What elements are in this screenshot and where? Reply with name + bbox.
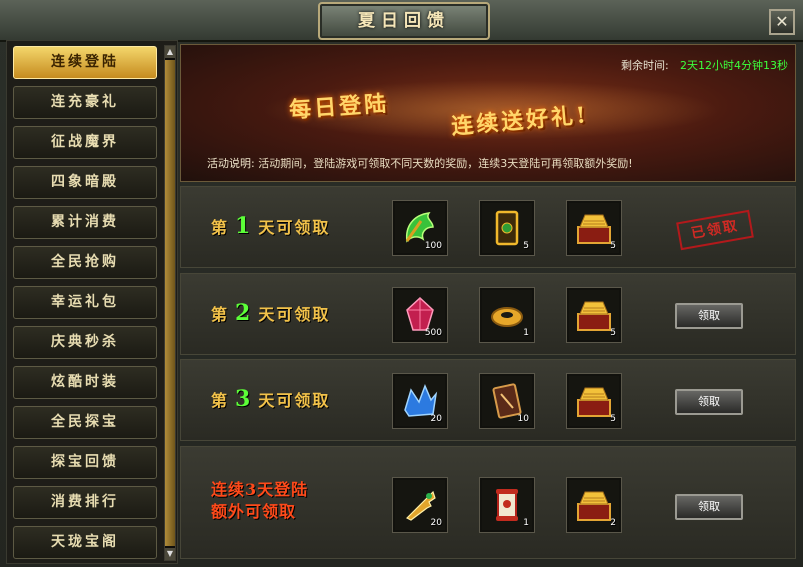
reward-count: 5 — [610, 414, 616, 424]
reward-item[interactable]: 5 — [480, 201, 534, 255]
sidebar-item-continuous-login[interactable]: 连续登陆 — [13, 46, 157, 79]
event-window: 夏日回馈 ✕ 连续登陆 连充豪礼 征战魔界 四象暗殿 累计消费 全民抢购 幸运礼… — [0, 0, 803, 567]
sidebar-item-treasure-pavilion[interactable]: 天珑宝阁 — [13, 526, 157, 559]
scroll-up-icon[interactable]: ▲ — [165, 46, 175, 58]
remaining-time-label: 剩余时间: — [621, 59, 669, 72]
red-scroll-icon — [496, 489, 518, 521]
sidebar-item-lucky-pack[interactable]: 幸运礼包 — [13, 286, 157, 319]
close-icon: ✕ — [775, 12, 789, 31]
event-description-text: 活动期间，登陆游戏可领取不同天数的奖励，连续3天登陆可再领取额外奖励! — [258, 157, 633, 170]
row-day-number: 1 — [235, 213, 253, 239]
reward-item[interactable]: 2 — [567, 478, 621, 532]
scroll-down-icon[interactable]: ▼ — [165, 548, 175, 560]
event-description: 活动说明: 活动期间，登陆游戏可领取不同天数的奖励，连续3天登陆可再领取额外奖励… — [207, 155, 633, 171]
sidebar-item-celebration-sale[interactable]: 庆典秒杀 — [13, 326, 157, 359]
row-title: 第 2 天可领取 — [211, 300, 330, 326]
reward-count: 1 — [523, 518, 529, 528]
row-day-number: 3 — [235, 386, 253, 412]
event-banner: 剩余时间: 2天12小时4分钟13秒 每日登陆 连续送好礼! 活动说明: 活动期… — [180, 44, 796, 182]
reward-count: 5 — [523, 241, 529, 251]
reward-count: 5 — [610, 241, 616, 251]
reward-item[interactable]: 5 — [567, 288, 621, 342]
sidebar-item-four-symbols[interactable]: 四象暗殿 — [13, 166, 157, 199]
gold-ring-icon — [491, 307, 523, 327]
row-title-suffix: 天可领取 — [258, 391, 331, 410]
reward-count: 5 — [610, 328, 616, 338]
reward-item[interactable]: 1 — [480, 478, 534, 532]
reward-item[interactable]: 500 — [393, 288, 447, 342]
reward-item[interactable]: 5 — [567, 374, 621, 428]
row-title-suffix: 天可领取 — [258, 305, 331, 324]
gold-chest-icon — [577, 491, 611, 521]
claimed-stamp: 已领取 — [676, 209, 754, 251]
event-description-label: 活动说明: — [207, 157, 255, 170]
sidebar-item-cumulative-spend[interactable]: 累计消费 — [13, 206, 157, 239]
bonus-row-title: 连续3天登陆 额外可领取 — [211, 479, 308, 523]
sidebar-item-fashion[interactable]: 炫酷时装 — [13, 366, 157, 399]
window-title: 夏日回馈 — [358, 11, 450, 31]
sidebar-item-spend-ranking[interactable]: 消费排行 — [13, 486, 157, 519]
sidebar-item-recharge-gift[interactable]: 连充豪礼 — [13, 86, 157, 119]
reward-count: 500 — [424, 328, 442, 338]
gold-card-icon — [495, 210, 519, 246]
reward-count: 10 — [517, 414, 529, 424]
sidebar: 连续登陆 连充豪礼 征战魔界 四象暗殿 累计消费 全民抢购 幸运礼包 庆典秒杀 … — [6, 40, 178, 564]
reward-item[interactable]: 10 — [480, 374, 534, 428]
gold-chest-icon — [577, 214, 611, 244]
bonus-title-line-2: 额外可领取 — [211, 502, 297, 521]
row-title-prefix: 第 — [211, 305, 230, 324]
sidebar-item-conquer-demon[interactable]: 征战魔界 — [13, 126, 157, 159]
reward-item[interactable]: 1 — [480, 288, 534, 342]
sidebar-item-treasure-hunt[interactable]: 全民探宝 — [13, 406, 157, 439]
row-title: 第 3 天可领取 — [211, 386, 330, 412]
close-button[interactable]: ✕ — [769, 9, 795, 35]
reward-item[interactable]: 20 — [393, 478, 447, 532]
reward-row-day-3: 第 3 天可领取 20 10 5 领取 — [180, 359, 796, 441]
reward-count: 100 — [424, 241, 442, 251]
row-title: 第 1 天可领取 — [211, 213, 330, 239]
claim-button[interactable]: 领取 — [675, 389, 743, 415]
claim-button[interactable]: 领取 — [675, 494, 743, 520]
reward-row-bonus: 连续3天登陆 额外可领取 20 1 2 领取 — [180, 446, 796, 559]
bonus-title-line-1: 连续3天登陆 — [211, 480, 309, 499]
row-day-number: 2 — [235, 300, 253, 326]
scroll-thumb[interactable] — [165, 60, 175, 546]
reward-count: 2 — [610, 518, 616, 528]
row-title-suffix: 天可领取 — [258, 218, 331, 237]
row-title-prefix: 第 — [211, 218, 230, 237]
reward-item[interactable]: 5 — [567, 201, 621, 255]
sidebar-scrollbar[interactable]: ▲ ▼ — [164, 45, 176, 561]
sidebar-item-flash-buy[interactable]: 全民抢购 — [13, 246, 157, 279]
reward-count: 1 — [523, 328, 529, 338]
sidebar-item-hunt-rewards[interactable]: 探宝回馈 — [13, 446, 157, 479]
reward-row-day-2: 第 2 天可领取 500 1 5 领取 — [180, 273, 796, 355]
gold-chest-icon — [577, 301, 611, 331]
remaining-time-value: 2天12小时4分钟13秒 — [680, 59, 788, 72]
claim-button[interactable]: 领取 — [675, 303, 743, 329]
title-plate: 夏日回馈 — [318, 2, 490, 40]
reward-count: 20 — [430, 518, 442, 528]
gold-chest-icon — [577, 387, 611, 417]
row-title-prefix: 第 — [211, 391, 230, 410]
reward-row-day-1: 第 1 天可领取 100 5 5 已领取 — [180, 186, 796, 268]
reward-item[interactable]: 100 — [393, 201, 447, 255]
reward-item[interactable]: 20 — [393, 374, 447, 428]
title-bar: 夏日回馈 ✕ — [0, 0, 803, 42]
reward-count: 20 — [430, 414, 442, 424]
